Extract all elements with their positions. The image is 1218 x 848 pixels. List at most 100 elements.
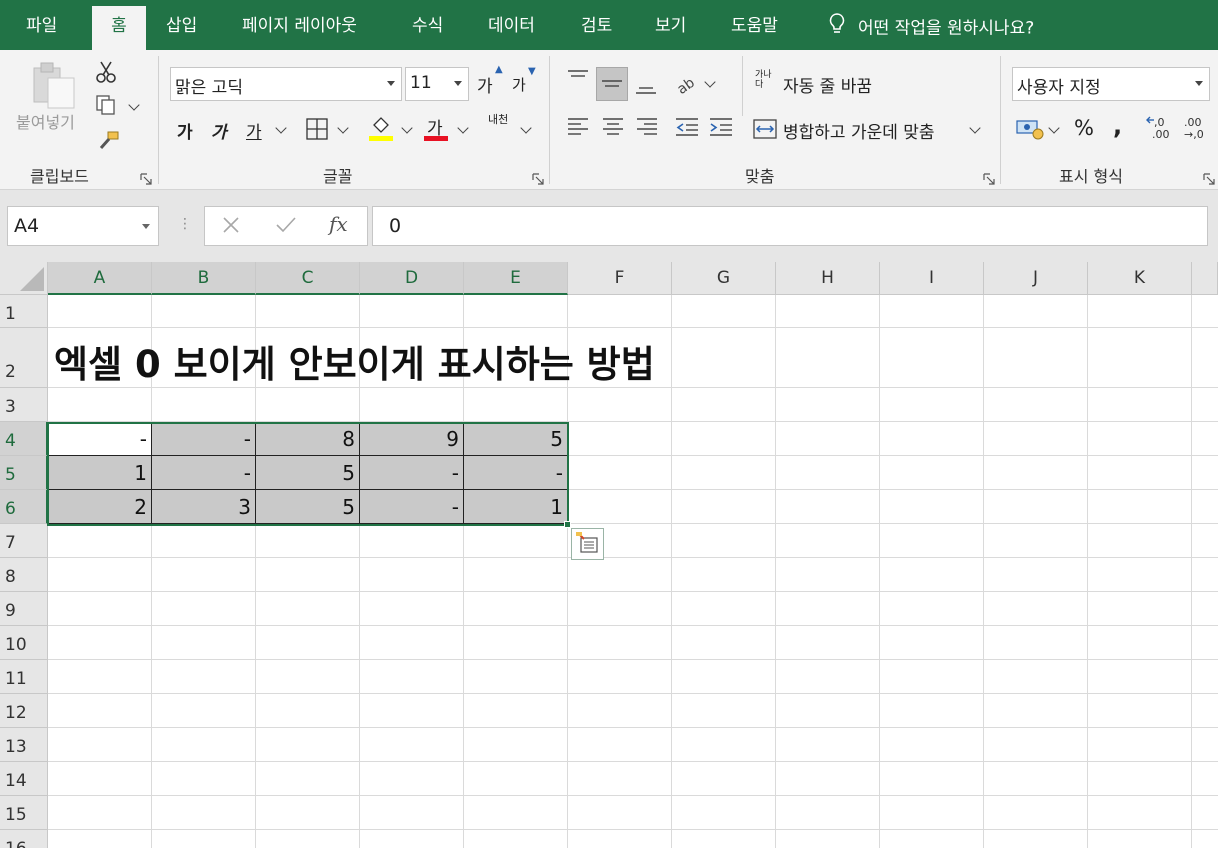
- cancel-entry-icon[interactable]: [221, 215, 241, 239]
- underline-dropdown-chevron-icon[interactable]: [275, 122, 287, 134]
- sheet-title-cell[interactable]: 엑셀 0 보이게 안보이게 표시하는 방법: [54, 334, 655, 388]
- font-color-dropdown-chevron-icon[interactable]: [457, 122, 469, 134]
- tab-insert[interactable]: 삽입: [166, 12, 197, 42]
- column-header-b[interactable]: B: [152, 262, 256, 295]
- row-header-2[interactable]: 2: [0, 328, 48, 388]
- accounting-format-icon[interactable]: [1016, 118, 1044, 144]
- merge-center-icon[interactable]: [753, 118, 777, 144]
- number-format-select[interactable]: 사용자 지정: [1012, 67, 1210, 101]
- row-header-15[interactable]: 15: [0, 796, 48, 830]
- bold-button[interactable]: 가: [177, 118, 193, 143]
- align-bottom-icon[interactable]: [634, 78, 658, 102]
- confirm-entry-icon[interactable]: [275, 215, 297, 239]
- column-header-e[interactable]: E: [464, 262, 568, 295]
- align-center-icon[interactable]: [601, 116, 625, 142]
- phonetic-dropdown-chevron-icon[interactable]: [520, 122, 532, 134]
- column-header-h[interactable]: H: [776, 262, 880, 295]
- merge-dropdown-chevron-icon[interactable]: [969, 122, 981, 134]
- align-left-icon[interactable]: [566, 116, 590, 142]
- comma-style-button[interactable]: ,: [1113, 112, 1122, 140]
- align-right-icon[interactable]: [635, 116, 659, 142]
- italic-button[interactable]: 가: [211, 118, 227, 143]
- row-header-16[interactable]: 16: [0, 830, 48, 848]
- row-header-3[interactable]: 3: [0, 388, 48, 422]
- clipboard-launcher-icon[interactable]: [140, 170, 152, 185]
- borders-icon[interactable]: [306, 118, 328, 144]
- shrink-font-button[interactable]: 가: [512, 74, 526, 95]
- fill-color-dropdown-chevron-icon[interactable]: [401, 122, 413, 134]
- row-header-5[interactable]: 5: [0, 456, 48, 490]
- align-top-icon[interactable]: [566, 68, 590, 92]
- formula-input[interactable]: 0: [372, 206, 1208, 246]
- worksheet-grid[interactable]: ABCDEFGHIJK 12345678910111213141516 --89…: [0, 262, 1218, 848]
- column-header-f[interactable]: F: [568, 262, 672, 295]
- column-header-a[interactable]: A: [48, 262, 152, 295]
- row-header-1[interactable]: 1: [0, 295, 48, 328]
- orientation-dropdown-chevron-icon[interactable]: [704, 76, 716, 88]
- row-header-13[interactable]: 13: [0, 728, 48, 762]
- increase-decimal-icon[interactable]: ,0.00: [1146, 114, 1174, 146]
- row-header-8[interactable]: 8: [0, 558, 48, 592]
- tab-help[interactable]: 도움말: [731, 12, 778, 42]
- row-header-4[interactable]: 4: [0, 422, 48, 456]
- column-header-i[interactable]: I: [880, 262, 984, 295]
- chevron-down-icon: [142, 224, 150, 229]
- quick-analysis-icon[interactable]: [571, 528, 604, 560]
- row-header-10[interactable]: 10: [0, 626, 48, 660]
- font-name-select[interactable]: 맑은 고딕: [170, 67, 402, 101]
- percent-style-button[interactable]: %: [1074, 116, 1094, 140]
- tab-data[interactable]: 데이터: [488, 12, 535, 42]
- decrease-decimal-icon[interactable]: .00 →,0: [1180, 114, 1208, 146]
- row-header-6[interactable]: 6: [0, 490, 48, 524]
- select-all-button[interactable]: [0, 262, 48, 295]
- column-header-d[interactable]: D: [360, 262, 464, 295]
- tab-home[interactable]: 홈: [92, 6, 146, 50]
- fill-color-icon[interactable]: [368, 114, 394, 146]
- tab-page-layout[interactable]: 페이지 레이아웃: [242, 12, 357, 42]
- name-box[interactable]: A4: [7, 206, 159, 246]
- resize-handle-icon[interactable]: ⋮: [178, 216, 192, 232]
- underline-button[interactable]: 가: [246, 118, 262, 143]
- paste-icon[interactable]: [30, 60, 78, 114]
- format-painter-icon[interactable]: [96, 130, 120, 156]
- paste-button[interactable]: 붙여넣기: [16, 109, 75, 133]
- tab-review[interactable]: 검토: [581, 12, 612, 42]
- cut-icon[interactable]: [95, 60, 117, 88]
- column-header-j[interactable]: J: [984, 262, 1088, 295]
- wrap-text-button[interactable]: 자동 줄 바꿈: [783, 72, 872, 97]
- row-gridline: [48, 693, 1218, 694]
- formula-bar: A4 ⋮ fx 0: [0, 190, 1218, 262]
- tab-file[interactable]: 파일: [26, 12, 57, 42]
- font-size-select[interactable]: 11: [405, 67, 469, 101]
- align-middle-icon[interactable]: [596, 67, 628, 101]
- column-header-k[interactable]: K: [1088, 262, 1192, 295]
- merge-center-button[interactable]: 병합하고 가운데 맞춤: [783, 118, 935, 143]
- row-header-11[interactable]: 11: [0, 660, 48, 694]
- decrease-indent-icon[interactable]: [674, 116, 700, 142]
- fill-handle[interactable]: [564, 521, 571, 528]
- row-header-9[interactable]: 9: [0, 592, 48, 626]
- row-header-14[interactable]: 14: [0, 762, 48, 796]
- tab-formulas[interactable]: 수식: [412, 12, 443, 42]
- borders-dropdown-chevron-icon[interactable]: [337, 122, 349, 134]
- row-gridline: [48, 761, 1218, 762]
- ribbon-separator: [158, 56, 159, 184]
- copy-icon[interactable]: [95, 94, 117, 120]
- accounting-dropdown-chevron-icon[interactable]: [1048, 122, 1060, 134]
- row-header-7[interactable]: 7: [0, 524, 48, 558]
- clipboard-group-label: 클립보드: [30, 167, 89, 186]
- alignment-launcher-icon[interactable]: [983, 170, 995, 185]
- tab-view[interactable]: 보기: [655, 12, 686, 42]
- grow-font-button[interactable]: 가: [477, 72, 493, 97]
- column-header-g[interactable]: G: [672, 262, 776, 295]
- copy-dropdown-chevron-icon[interactable]: [128, 99, 140, 111]
- number-launcher-icon[interactable]: [1203, 170, 1215, 185]
- tell-me-search[interactable]: 어떤 작업을 원하시나요?: [828, 12, 1034, 45]
- increase-indent-icon[interactable]: [708, 116, 734, 142]
- font-launcher-icon[interactable]: [532, 170, 544, 185]
- column-header-c[interactable]: C: [256, 262, 360, 295]
- phonetic-guide-button[interactable]: 내천: [488, 114, 510, 126]
- orientation-icon[interactable]: ab: [674, 70, 700, 100]
- insert-function-icon[interactable]: fx: [329, 212, 348, 236]
- row-header-12[interactable]: 12: [0, 694, 48, 728]
